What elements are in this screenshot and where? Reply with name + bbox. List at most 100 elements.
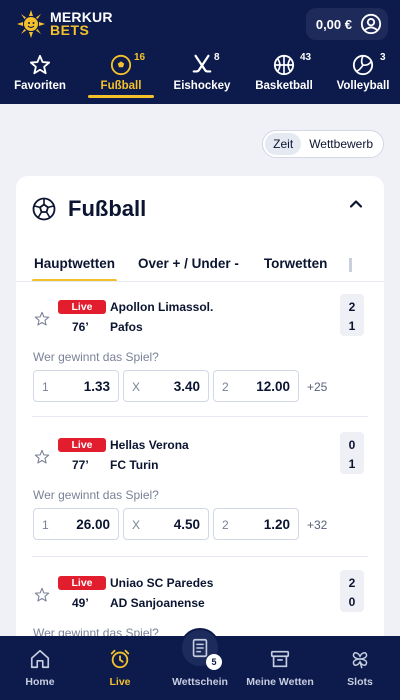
market-question: Wer gewinnt das Spiel? <box>33 488 159 502</box>
odd-button-away[interactable]: 2 12.00 <box>213 370 299 402</box>
sport-tab-label: Favoriten <box>14 80 66 92</box>
nav-item-live[interactable]: Live <box>80 636 160 700</box>
merkur-bets-logo[interactable]: MERKUR BETS <box>16 9 113 39</box>
sort-toggle: Zeit Wettbewerb <box>262 130 384 158</box>
sport-tab-label: Fußball <box>100 80 142 92</box>
sport-count: 43 <box>300 52 312 63</box>
odd-key: X <box>132 518 141 532</box>
star-icon[interactable] <box>34 311 50 327</box>
nav-item-label: Slots <box>347 676 373 688</box>
user-circle-icon <box>360 13 382 35</box>
match-minute: 76’ <box>72 320 89 334</box>
sport-tab-label: Eishockey <box>173 80 231 92</box>
score-away: 1 <box>348 319 356 333</box>
sport-tab-basketball[interactable]: 43 Basketball <box>242 48 326 104</box>
away-team: FC Turin <box>110 458 159 472</box>
scoreboard: 0 1 <box>340 432 364 474</box>
nav-item-label: Home <box>25 676 55 688</box>
match-row[interactable]: Live 76’ Apollon Limassol. Pafos 2 1 Wer… <box>16 294 384 414</box>
away-team: Pafos <box>110 320 143 334</box>
tab-torwetten[interactable]: Torwetten <box>264 248 328 281</box>
home-team: Uniao SC Paredes <box>110 576 214 590</box>
divider <box>32 416 368 417</box>
clover-icon <box>352 652 368 669</box>
soccer-ball-icon <box>110 54 132 76</box>
scoreboard: 2 0 <box>340 570 364 612</box>
match-row[interactable]: Live 77’ Hellas Verona FC Turin 0 1 Wer … <box>16 432 384 552</box>
app-header: MERKUR BETS 0,00 € <box>0 0 400 48</box>
more-markets-link[interactable]: +25 <box>307 380 327 394</box>
odd-key: X <box>132 380 141 394</box>
tab-over-under[interactable]: Over + / Under - <box>138 248 239 281</box>
odd-value: 4.50 <box>173 517 200 532</box>
score-away: 1 <box>348 457 356 471</box>
market-question: Wer gewinnt das Spiel? <box>33 350 159 364</box>
odd-button-away[interactable]: 2 1.20 <box>213 508 299 540</box>
more-markets-link[interactable]: +32 <box>307 518 327 532</box>
sport-tab-favoriten[interactable]: Favoriten <box>0 48 80 104</box>
odd-button-draw[interactable]: X 3.40 <box>123 370 209 402</box>
sport-tab-fussball[interactable]: 16 Fußball <box>80 48 162 104</box>
scoreboard: 2 1 <box>340 294 364 336</box>
odd-button-draw[interactable]: X 4.50 <box>123 508 209 540</box>
odd-value: 3.40 <box>173 379 200 394</box>
match-minute: 77’ <box>72 458 89 472</box>
basketball-icon <box>273 54 295 76</box>
nav-item-wettschein[interactable]: 5 Wettschein <box>160 628 240 700</box>
logo-text-bottom: BETS <box>50 22 90 38</box>
card-header: Fußball <box>32 196 146 222</box>
sport-card: Fußball Hauptwetten Over + / Under - Tor… <box>16 176 384 700</box>
match-minute: 49’ <box>72 596 89 610</box>
archive-box-icon <box>270 650 290 668</box>
odd-key: 1 <box>42 518 49 532</box>
home-team: Apollon Limassol. <box>110 300 214 314</box>
live-badge: Live <box>58 576 106 590</box>
home-icon <box>30 649 50 669</box>
nav-item-label: Meine Wetten <box>246 676 314 688</box>
odd-button-home[interactable]: 1 26.00 <box>33 508 119 540</box>
odd-value: 1.33 <box>83 379 110 394</box>
sport-tab-eishockey[interactable]: 8 Eishockey <box>162 48 242 104</box>
star-icon[interactable] <box>34 587 50 603</box>
tab-hauptwetten[interactable]: Hauptwetten <box>32 248 117 281</box>
sport-tab-label: Basketball <box>255 80 313 92</box>
sports-nav: Favoriten 16 Fußball 8 Eishockey 43 Bask… <box>0 48 400 104</box>
score-away: 0 <box>348 595 356 609</box>
sport-tab-volleyball[interactable]: 3 Volleyball <box>326 48 400 104</box>
odd-key: 2 <box>222 518 229 532</box>
sort-option-wettbewerb[interactable]: Wettbewerb <box>301 133 381 155</box>
hockey-sticks-icon <box>192 54 212 73</box>
odd-value: 12.00 <box>256 379 290 394</box>
nav-item-home[interactable]: Home <box>0 636 80 700</box>
divider <box>32 556 368 557</box>
balance-amount: 0,00 € <box>315 16 352 32</box>
sport-count: 16 <box>134 52 146 63</box>
odd-key: 1 <box>42 380 49 394</box>
star-icon <box>29 54 51 75</box>
sport-count: 3 <box>380 52 386 63</box>
sort-option-zeit[interactable]: Zeit <box>265 133 302 155</box>
nav-item-slots[interactable]: Slots <box>320 636 400 700</box>
live-badge: Live <box>58 438 106 452</box>
betslip-count-badge: 5 <box>206 654 222 670</box>
account-balance-button[interactable]: 0,00 € <box>305 8 388 40</box>
chevron-up-icon[interactable] <box>348 196 364 212</box>
score-home: 2 <box>348 576 356 590</box>
alarm-clock-icon <box>110 649 130 669</box>
sun-icon <box>17 10 45 38</box>
odd-value: 1.20 <box>263 517 290 532</box>
odd-key: 2 <box>222 380 229 394</box>
market-tabs: Hauptwetten Over + / Under - Torwetten <box>16 248 384 282</box>
card-title: Fußball <box>68 196 147 221</box>
live-badge: Live <box>58 300 106 314</box>
score-home: 0 <box>348 438 356 452</box>
nav-item-label: Live <box>109 676 131 688</box>
home-team: Hellas Verona <box>110 438 189 452</box>
sport-tab-label: Volleyball <box>336 80 390 92</box>
soccer-ball-icon <box>32 197 56 221</box>
score-home: 2 <box>348 300 356 314</box>
nav-item-meine-wetten[interactable]: Meine Wetten <box>240 636 320 700</box>
odd-button-home[interactable]: 1 1.33 <box>33 370 119 402</box>
star-icon[interactable] <box>34 449 50 465</box>
tab-overflow-indicator <box>349 258 353 272</box>
